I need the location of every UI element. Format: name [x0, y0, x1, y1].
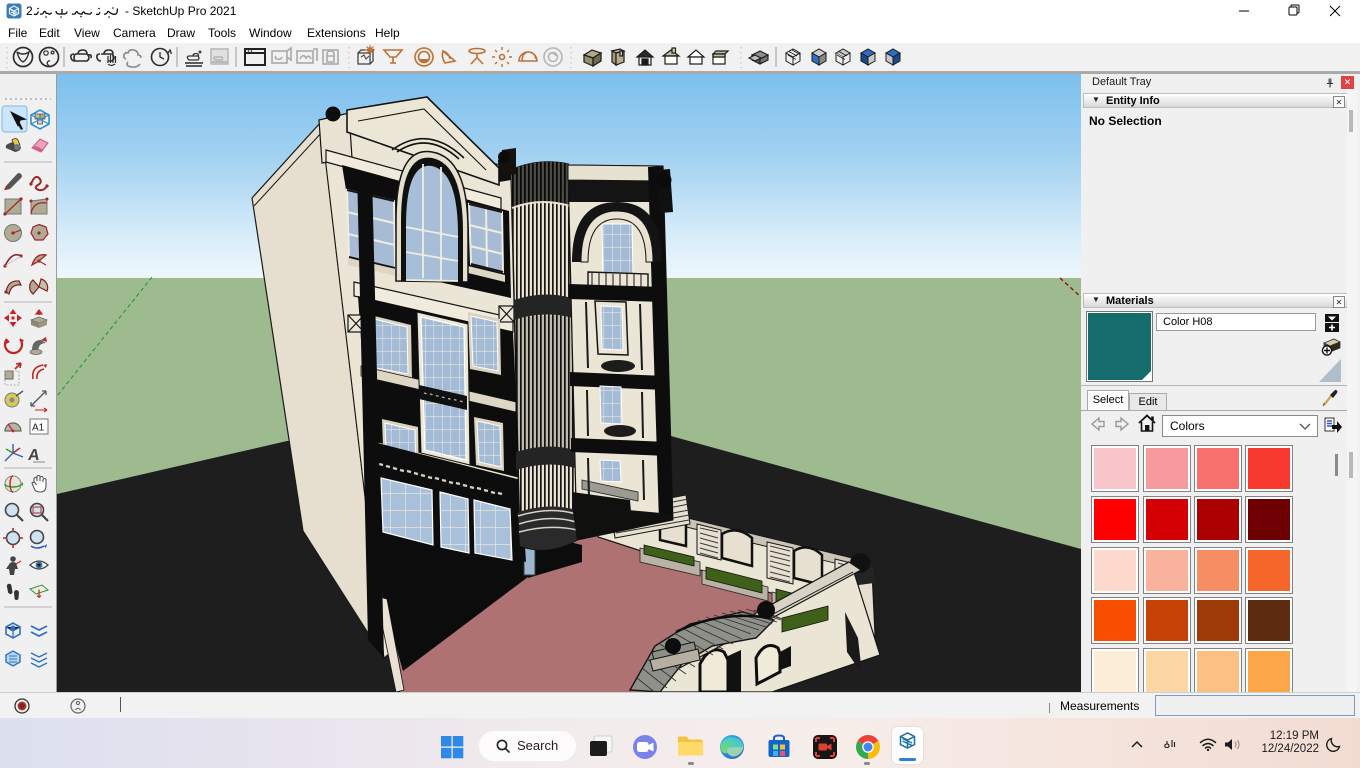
svg-text:A: A: [27, 446, 41, 464]
svg-text:A1: A1: [32, 423, 45, 434]
svg-text:- SketchUp Pro 2021: - SketchUp Pro 2021: [125, 4, 237, 18]
svg-text:2: 2: [26, 4, 33, 18]
